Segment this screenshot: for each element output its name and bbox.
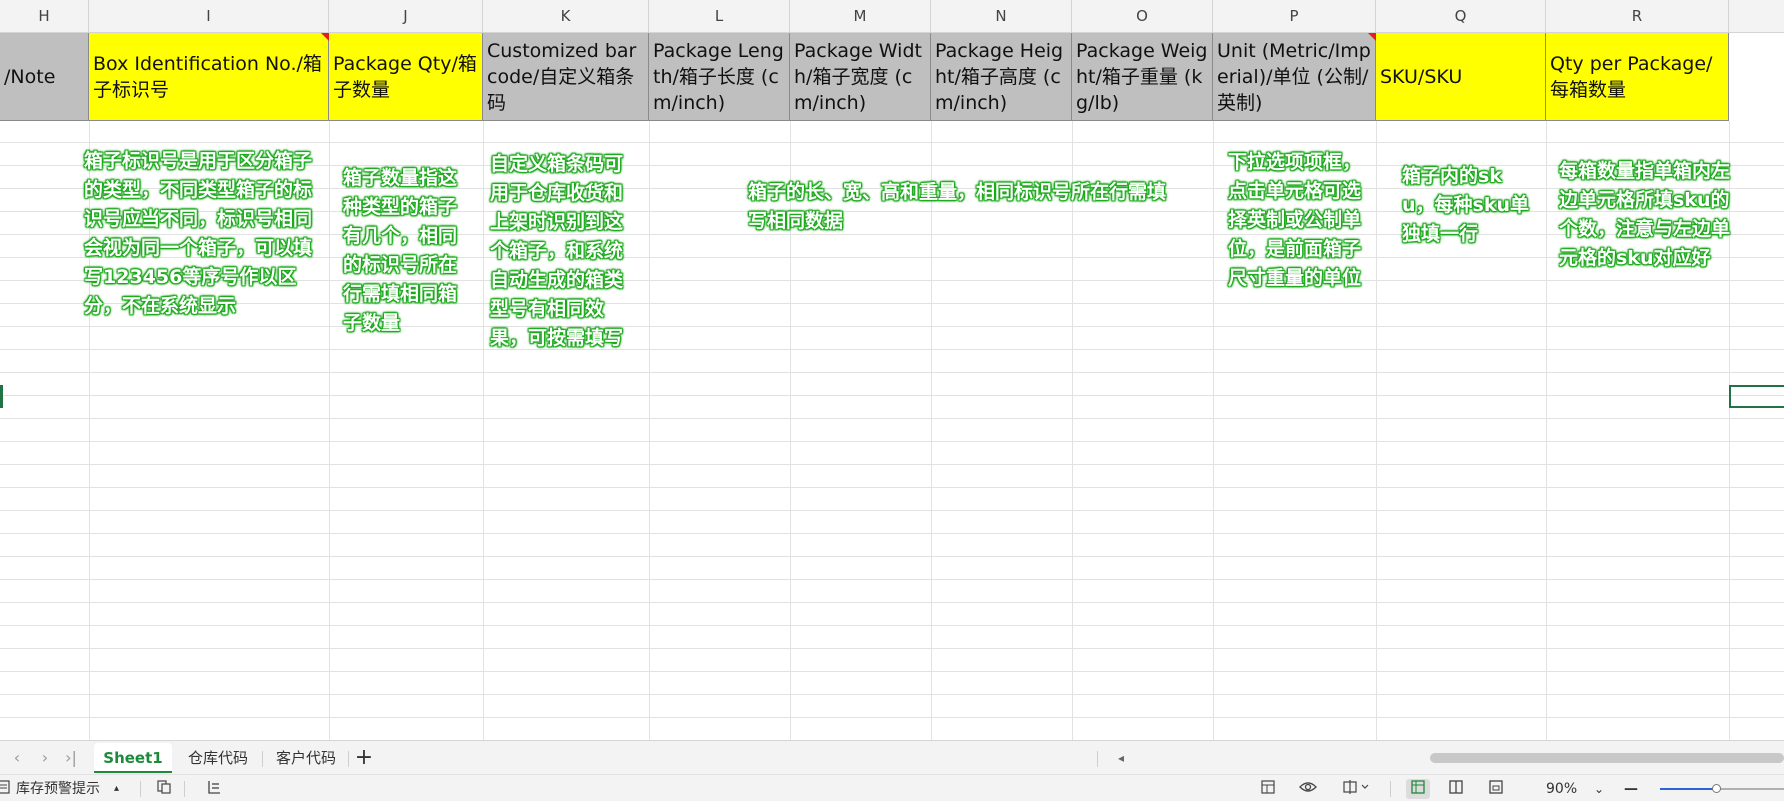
horizontal-scrollbar[interactable] (1430, 753, 1784, 763)
inventory-alert-label[interactable]: 库存预警提示 (16, 778, 100, 800)
header-cell-box-id[interactable]: Box Identification No./箱子标识号 (89, 33, 329, 121)
spreadsheet-grid[interactable]: H I J K L M N O P Q R /Note Box Identifi… (0, 0, 1784, 740)
layout-icon[interactable] (1258, 779, 1278, 799)
tab-warehouse-code[interactable]: 仓库代码 (180, 743, 256, 773)
copy-icon[interactable] (154, 779, 174, 799)
scroll-separator (1097, 751, 1098, 767)
comment-indicator[interactable] (1368, 33, 1376, 41)
annotation-qty-per-package: 每箱数量指单箱内左边单元格所填sku的个数，注意与左边单元格的sku对应好 (1559, 160, 1731, 269)
header-cell-package-qty[interactable]: Package Qty/箱子数量 (329, 33, 483, 121)
col-letter-s[interactable] (1729, 0, 1784, 32)
annotation-unit: 下拉选项项框，点击单元格可选择英制或公制单位，是前面箱子尺寸重量的单位 (1228, 151, 1362, 289)
eye-icon[interactable] (1298, 779, 1318, 799)
header-cell-weight[interactable]: Package Weight/箱子重量 (kg/lb) (1072, 33, 1213, 121)
annotation-box-id: 箱子标识号是用于区分箱子的类型，不同类型箱子的标识号应当不同，标识号相同会视为同… (84, 150, 313, 317)
header-cell-length[interactable]: Package Length/箱子长度 (cm/inch) (649, 33, 790, 121)
zoom-slider-fill (1660, 788, 1716, 790)
col-letter-m[interactable]: M (790, 0, 931, 32)
first-sheet-icon[interactable]: ‹ (6, 747, 28, 769)
col-letter-q[interactable]: Q (1376, 0, 1546, 32)
col-letter-r[interactable]: R (1546, 0, 1729, 32)
col-letter-l[interactable]: L (649, 0, 790, 32)
add-sheet-button[interactable]: + (352, 743, 376, 773)
scroll-left-icon[interactable]: ◂ (1110, 747, 1132, 769)
zoom-caret-icon[interactable]: ⌄ (1594, 778, 1604, 800)
annotation-dimensions: 箱子的长、宽、高和重量，相同标识号所在行需填写相同数据 (748, 181, 1167, 232)
doc-icon[interactable] (0, 779, 14, 799)
comment-indicator[interactable] (321, 33, 329, 41)
annotation-package-qty: 箱子数量指这种类型的箱子有几个，相同的标识号所在行需填相同箱子数量 (343, 167, 458, 334)
col-letter-n[interactable]: N (931, 0, 1072, 32)
freeze-icon[interactable] (1340, 779, 1374, 799)
col-letter-p[interactable]: P (1213, 0, 1376, 32)
header-cell-height[interactable]: Package Height/箱子高度 (cm/inch) (931, 33, 1072, 121)
status-bar: 库存预警提示 ▴ 90% ⌄ — (0, 774, 1784, 801)
column-header-row: H I J K L M N O P Q R (0, 0, 1784, 33)
col-letter-i[interactable]: I (89, 0, 329, 32)
zoom-slider[interactable] (1660, 784, 1784, 793)
status-separator (1390, 781, 1391, 797)
annotation-barcode: 自定义箱条码可用于仓库收货和上架时识别到这个箱子，和系统自动生成的箱类型号有相同… (490, 153, 624, 349)
header-cell-width[interactable]: Package Width/箱子宽度 (cm/inch) (790, 33, 931, 121)
row-selection-indicator (0, 385, 3, 408)
col-letter-k[interactable]: K (483, 0, 649, 32)
caret-up-icon[interactable]: ▴ (114, 778, 119, 800)
status-separator (140, 781, 141, 797)
tab-separator (262, 751, 263, 767)
annotation-sku: 箱子内的sku，每种sku单独填一行 (1402, 165, 1529, 245)
tab-separator (348, 751, 349, 767)
col-letter-o[interactable]: O (1072, 0, 1213, 32)
tab-customer-code[interactable]: 客户代码 (268, 743, 344, 773)
tab-sheet1[interactable]: Sheet1 (94, 743, 172, 773)
col-letter-h[interactable]: H (0, 0, 89, 32)
outline-icon[interactable] (204, 779, 224, 799)
header-cell-sku[interactable]: SKU/SKU (1376, 33, 1546, 121)
header-cell-unit[interactable]: Unit (Metric/Imperial)/单位 (公制/英制) (1213, 33, 1376, 121)
zoom-level[interactable]: 90% (1546, 778, 1577, 800)
selected-cell[interactable] (1729, 385, 1784, 408)
sheet-tab-bar: ‹ › ›| Sheet1 仓库代码 客户代码 + ◂ (0, 740, 1784, 774)
col-letter-j[interactable]: J (329, 0, 483, 32)
next-sheet-icon[interactable]: › (34, 747, 56, 769)
header-cell-barcode[interactable]: Customized barcode/自定义箱条码 (483, 33, 649, 121)
status-separator (184, 781, 185, 797)
header-cell-qty-per-package[interactable]: Qty per Package/每箱数量 (1546, 33, 1729, 121)
header-cell-note[interactable]: /Note (0, 33, 89, 121)
page-break-icon[interactable] (1486, 779, 1506, 799)
last-sheet-icon[interactable]: ›| (60, 747, 82, 769)
normal-view-icon[interactable] (1406, 779, 1430, 799)
zoom-slider-knob[interactable] (1712, 784, 1721, 793)
zoom-out-button[interactable]: — (1624, 778, 1638, 800)
page-view-icon[interactable] (1446, 779, 1466, 799)
